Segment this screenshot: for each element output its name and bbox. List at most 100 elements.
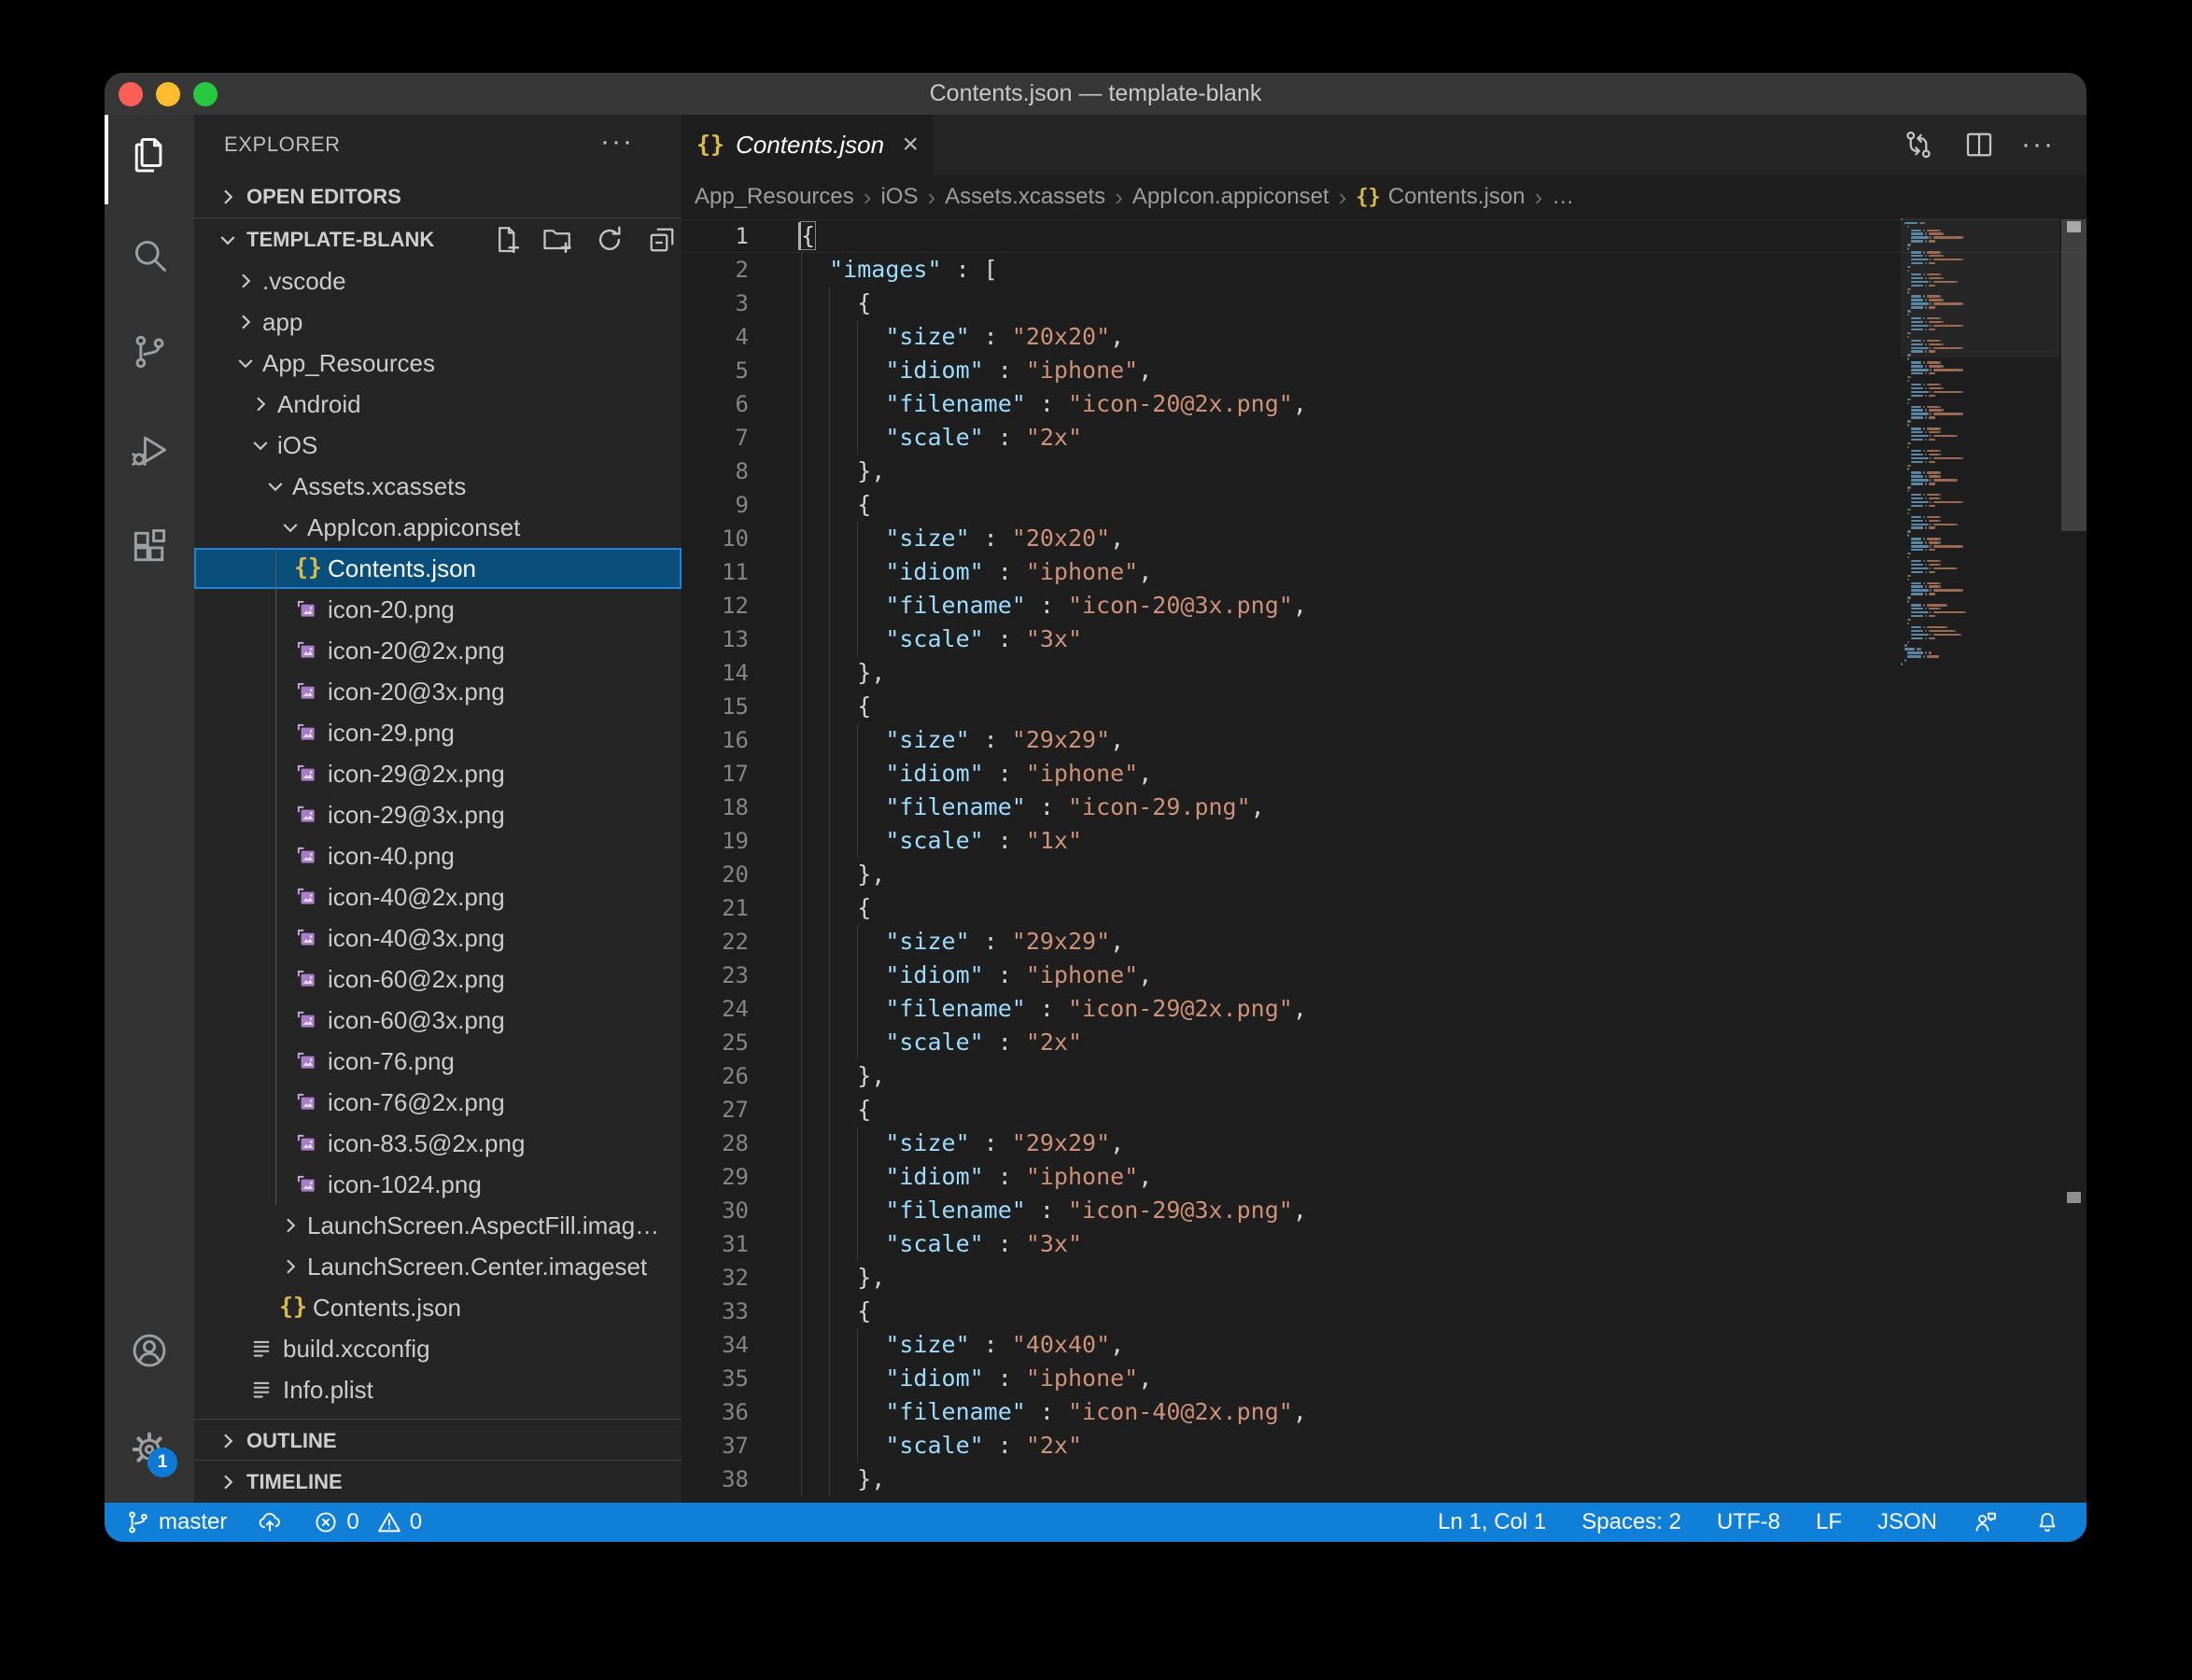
breadcrumb-item-…[interactable]: … xyxy=(1552,184,1574,210)
code-line-31[interactable]: 31 "scale" : "3x" xyxy=(681,1227,2087,1261)
indentation-item[interactable]: Spaces: 2 xyxy=(1581,1509,1681,1535)
problems-item[interactable]: 0 0 xyxy=(313,1509,422,1535)
new-file-icon[interactable] xyxy=(489,223,523,257)
breadcrumb-item-Assets.xcassets[interactable]: Assets.xcassets xyxy=(945,184,1105,210)
eol-item[interactable]: LF xyxy=(1816,1509,1842,1535)
code-line-17[interactable]: 17 "idiom" : "iphone", xyxy=(681,757,2087,791)
code-line-2[interactable]: 2 "images" : [ xyxy=(681,253,2087,287)
line-number[interactable]: 17 xyxy=(681,757,749,791)
tree-item-icon-60@2x.png[interactable]: icon-60@2x.png xyxy=(194,959,681,1000)
line-number[interactable]: 35 xyxy=(681,1362,749,1395)
tree-item-icon-60@3x.png[interactable]: icon-60@3x.png xyxy=(194,1000,681,1041)
tree-item-icon-83.5@2x.png[interactable]: icon-83.5@2x.png xyxy=(194,1123,681,1164)
breadcrumb-item-iOS[interactable]: iOS xyxy=(880,184,918,210)
line-number[interactable]: 29 xyxy=(681,1160,749,1194)
line-number[interactable]: 11 xyxy=(681,555,749,589)
code-line-11[interactable]: 11 "idiom" : "iphone", xyxy=(681,555,2087,589)
line-number[interactable]: 26 xyxy=(681,1059,749,1093)
timeline-section[interactable]: TIMELINE xyxy=(194,1462,681,1503)
code-line-14[interactable]: 14 }, xyxy=(681,656,2087,690)
line-number[interactable]: 22 xyxy=(681,925,749,959)
tree-item-LaunchScreen.AspectFill.imag…[interactable]: LaunchScreen.AspectFill.imag… xyxy=(194,1205,681,1246)
code-line-35[interactable]: 35 "idiom" : "iphone", xyxy=(681,1362,2087,1395)
tree-item-icon-76@2x.png[interactable]: icon-76@2x.png xyxy=(194,1082,681,1123)
code-line-16[interactable]: 16 "size" : "29x29", xyxy=(681,723,2087,757)
tree-item-icon-29@3x.png[interactable]: icon-29@3x.png xyxy=(194,794,681,835)
line-number[interactable]: 34 xyxy=(681,1328,749,1362)
line-number[interactable]: 4 xyxy=(681,320,749,354)
zoom-window-button[interactable] xyxy=(193,82,218,106)
open-changes-icon[interactable] xyxy=(1902,128,1935,161)
line-number[interactable]: 16 xyxy=(681,723,749,757)
tree-item-icon-40.png[interactable]: icon-40.png xyxy=(194,835,681,876)
tree-item-icon-40@3x.png[interactable]: icon-40@3x.png xyxy=(194,917,681,959)
line-number[interactable]: 30 xyxy=(681,1194,749,1227)
line-number[interactable]: 10 xyxy=(681,522,749,555)
code-line-21[interactable]: 21 { xyxy=(681,891,2087,925)
line-number[interactable]: 9 xyxy=(681,488,749,522)
code-line-12[interactable]: 12 "filename" : "icon-20@3x.png", xyxy=(681,589,2087,623)
scrollbar-thumb[interactable] xyxy=(2061,219,2087,531)
code-line-13[interactable]: 13 "scale" : "3x" xyxy=(681,623,2087,656)
encoding-item[interactable]: UTF-8 xyxy=(1717,1509,1780,1535)
split-editor-icon[interactable] xyxy=(1962,128,1996,161)
tree-item-App_Resources[interactable]: App_Resources xyxy=(194,343,681,384)
line-number[interactable]: 31 xyxy=(681,1227,749,1261)
code-line-9[interactable]: 9 { xyxy=(681,488,2087,522)
code-line-25[interactable]: 25 "scale" : "2x" xyxy=(681,1026,2087,1059)
search-icon[interactable] xyxy=(129,234,170,275)
tree-item-iOS[interactable]: iOS xyxy=(194,425,681,466)
code-line-8[interactable]: 8 }, xyxy=(681,455,2087,488)
source-control-icon[interactable] xyxy=(129,331,170,372)
line-number[interactable]: 6 xyxy=(681,387,749,421)
line-number[interactable]: 27 xyxy=(681,1093,749,1127)
code-line-37[interactable]: 37 "scale" : "2x" xyxy=(681,1429,2087,1463)
minimap[interactable] xyxy=(1901,217,2059,665)
sidebar-more-actions-icon[interactable]: ··· xyxy=(596,115,639,175)
tab-contents-json[interactable]: {} Contents.json × xyxy=(681,115,934,175)
code-line-32[interactable]: 32 }, xyxy=(681,1261,2087,1295)
code-line-7[interactable]: 7 "scale" : "2x" xyxy=(681,421,2087,455)
line-number[interactable]: 14 xyxy=(681,656,749,690)
line-number[interactable]: 25 xyxy=(681,1026,749,1059)
tree-item-Android[interactable]: Android xyxy=(194,384,681,425)
line-number[interactable]: 19 xyxy=(681,824,749,858)
close-window-button[interactable] xyxy=(119,82,143,106)
new-folder-icon[interactable] xyxy=(541,223,574,257)
tree-item-build.xcconfig[interactable]: build.xcconfig xyxy=(194,1328,681,1369)
code-line-22[interactable]: 22 "size" : "29x29", xyxy=(681,925,2087,959)
code-line-38[interactable]: 38 }, xyxy=(681,1463,2087,1496)
line-number[interactable]: 23 xyxy=(681,959,749,992)
line-number[interactable]: 5 xyxy=(681,354,749,387)
tree-item-.vscode[interactable]: .vscode xyxy=(194,260,681,301)
code-line-30[interactable]: 30 "filename" : "icon-29@3x.png", xyxy=(681,1194,2087,1227)
code-line-3[interactable]: 3 { xyxy=(681,287,2087,320)
line-number[interactable]: 7 xyxy=(681,421,749,455)
line-number[interactable]: 21 xyxy=(681,891,749,925)
code-line-15[interactable]: 15 { xyxy=(681,690,2087,723)
tree-item-icon-20.png[interactable]: icon-20.png xyxy=(194,589,681,630)
breadcrumb-item-Contents.json[interactable]: {}Contents.json xyxy=(1356,184,1525,210)
code-line-24[interactable]: 24 "filename" : "icon-29@2x.png", xyxy=(681,992,2087,1026)
close-tab-icon[interactable]: × xyxy=(902,131,919,159)
line-number[interactable]: 38 xyxy=(681,1463,749,1496)
code-line-5[interactable]: 5 "idiom" : "iphone", xyxy=(681,354,2087,387)
tree-item-Contents.json[interactable]: {}Contents.json xyxy=(194,548,681,589)
line-number[interactable]: 15 xyxy=(681,690,749,723)
line-number[interactable]: 37 xyxy=(681,1429,749,1463)
line-number[interactable]: 18 xyxy=(681,791,749,824)
tree-item-Contents.json[interactable]: {}Contents.json xyxy=(194,1287,681,1328)
code-line-26[interactable]: 26 }, xyxy=(681,1059,2087,1093)
tree-item-icon-76.png[interactable]: icon-76.png xyxy=(194,1041,681,1082)
code-line-18[interactable]: 18 "filename" : "icon-29.png", xyxy=(681,791,2087,824)
code-line-1[interactable]: 1{ xyxy=(681,219,2087,253)
line-number[interactable]: 3 xyxy=(681,287,749,320)
line-number[interactable]: 13 xyxy=(681,623,749,656)
language-mode-item[interactable]: JSON xyxy=(1877,1509,1937,1535)
breadcrumb-item-AppIcon.appiconset[interactable]: AppIcon.appiconset xyxy=(1132,184,1329,210)
line-number[interactable]: 8 xyxy=(681,455,749,488)
code-editor[interactable]: 1{2 "images" : [3 {4 "size" : "20x20",5 … xyxy=(681,219,2087,1503)
feedback-icon[interactable] xyxy=(1973,1509,1999,1535)
line-number[interactable]: 20 xyxy=(681,858,749,891)
cursor-position-item[interactable]: Ln 1, Col 1 xyxy=(1438,1509,1546,1535)
